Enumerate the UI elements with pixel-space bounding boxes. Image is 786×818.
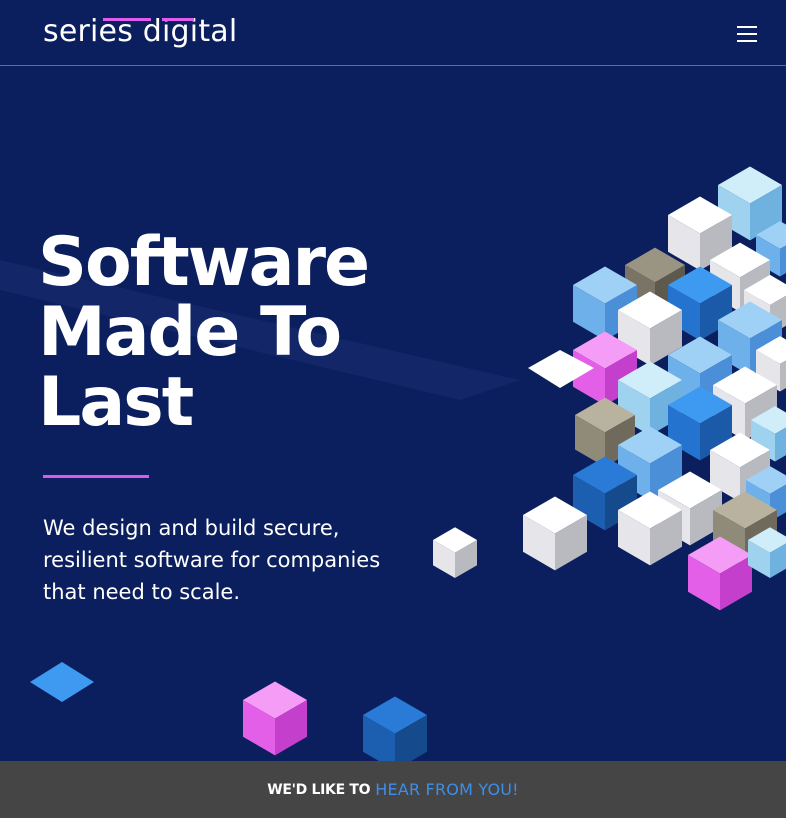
cta-highlight-text: HEAR FROM YOU!: [375, 780, 519, 799]
cta-lead-text: WE'D LIKE TO: [267, 781, 371, 798]
isometric-cubes-illustration: [30, 166, 786, 761]
floating-tile: [30, 662, 94, 702]
contact-cta-bar[interactable]: WE'D LIKE TO HEAR FROM YOU!: [0, 761, 786, 818]
